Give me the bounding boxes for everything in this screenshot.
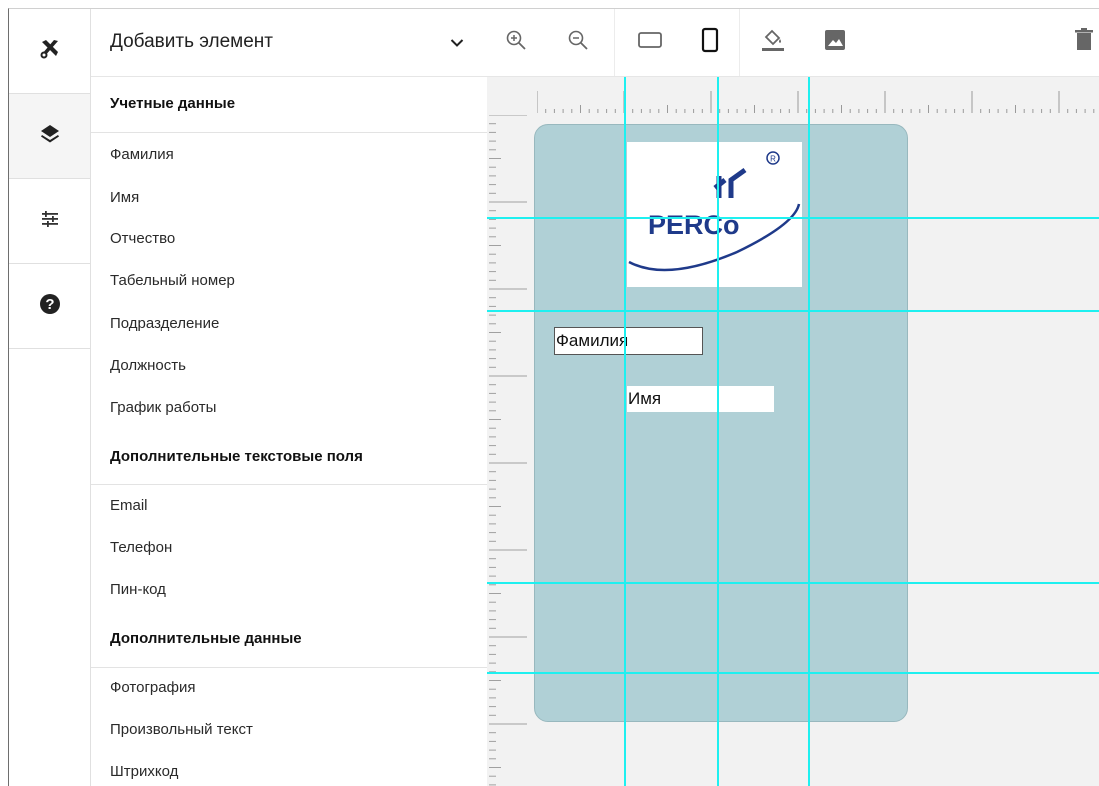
section-title: Учетные данные	[110, 95, 236, 112]
list-item[interactable]: Пин-код	[110, 581, 166, 598]
surname-field[interactable]: Фамилия	[554, 327, 703, 355]
divider	[91, 667, 487, 668]
toolbar-divider	[614, 9, 615, 76]
sliders-icon	[40, 209, 60, 234]
guide-line-vertical[interactable]	[808, 77, 810, 786]
svg-text:?: ?	[45, 296, 54, 313]
horizontal-ruler	[537, 91, 1095, 113]
portrait-icon	[700, 27, 720, 58]
chevron-down-icon	[450, 35, 464, 53]
element-panel: Добавить элемент Учетные данные Фамилия …	[91, 9, 488, 786]
design-canvas[interactable]: R PERCo Фамилия Имя	[487, 9, 1099, 786]
guide-line-vertical[interactable]	[624, 77, 626, 786]
list-item[interactable]: Отчество	[110, 230, 175, 247]
list-item[interactable]: Произвольный текст	[110, 721, 253, 738]
section-title: Дополнительные данные	[110, 630, 302, 647]
list-item[interactable]: Email	[110, 497, 148, 514]
list-item[interactable]: Табельный номер	[110, 272, 235, 289]
add-element-dropdown[interactable]: Добавить элемент	[91, 9, 487, 77]
list-item[interactable]: Фотография	[110, 679, 195, 696]
list-item[interactable]: Штрихкод	[110, 763, 178, 780]
portrait-button[interactable]	[693, 25, 727, 59]
image-icon	[823, 28, 847, 57]
icon-rail: ?	[9, 9, 91, 786]
rail-settings-button[interactable]	[9, 179, 90, 264]
perco-logo[interactable]: R PERCo	[627, 142, 802, 287]
fill-color-button[interactable]	[756, 25, 790, 59]
list-item[interactable]: Фамилия	[110, 146, 174, 163]
add-element-label: Добавить элемент	[110, 31, 274, 52]
section-title: Дополнительные текстовые поля	[110, 448, 363, 465]
zoom-in-button[interactable]	[499, 25, 533, 59]
help-icon: ?	[39, 293, 61, 320]
rail-help-button[interactable]: ?	[9, 264, 90, 349]
rail-layers-button[interactable]	[9, 94, 90, 179]
guide-line-horizontal[interactable]	[487, 672, 1099, 674]
delete-button[interactable]	[1067, 25, 1099, 59]
insert-image-button[interactable]	[818, 25, 852, 59]
svg-text:R: R	[770, 155, 776, 164]
divider	[91, 484, 487, 485]
guide-line-horizontal[interactable]	[487, 310, 1099, 312]
list-item[interactable]: Имя	[110, 189, 139, 206]
guide-line-horizontal[interactable]	[487, 217, 1099, 219]
layers-icon	[39, 123, 61, 150]
vertical-ruler	[489, 115, 527, 786]
list-item[interactable]: Должность	[110, 357, 186, 374]
list-item[interactable]: Подразделение	[110, 315, 219, 332]
list-item[interactable]: Телефон	[110, 539, 172, 556]
logo-text: PERCo	[648, 210, 740, 240]
divider	[91, 132, 487, 133]
zoom-out-icon	[567, 29, 589, 56]
toolbar-divider	[739, 9, 740, 76]
delete-icon	[1074, 27, 1094, 57]
name-field[interactable]: Имя	[627, 386, 774, 412]
zoom-in-icon	[505, 29, 527, 56]
landscape-button[interactable]	[633, 25, 667, 59]
zoom-out-button[interactable]	[561, 25, 595, 59]
fill-color-icon	[760, 27, 786, 58]
landscape-icon	[637, 30, 663, 55]
tools-icon	[38, 37, 62, 66]
app-frame: ? Добавить элемент Учетные данные Фамили…	[8, 8, 1099, 786]
guide-line-horizontal[interactable]	[487, 582, 1099, 584]
list-item[interactable]: График работы	[110, 399, 216, 416]
guide-line-vertical[interactable]	[717, 77, 719, 786]
canvas-toolbar	[487, 9, 1099, 77]
rail-tools-button[interactable]	[9, 9, 90, 94]
